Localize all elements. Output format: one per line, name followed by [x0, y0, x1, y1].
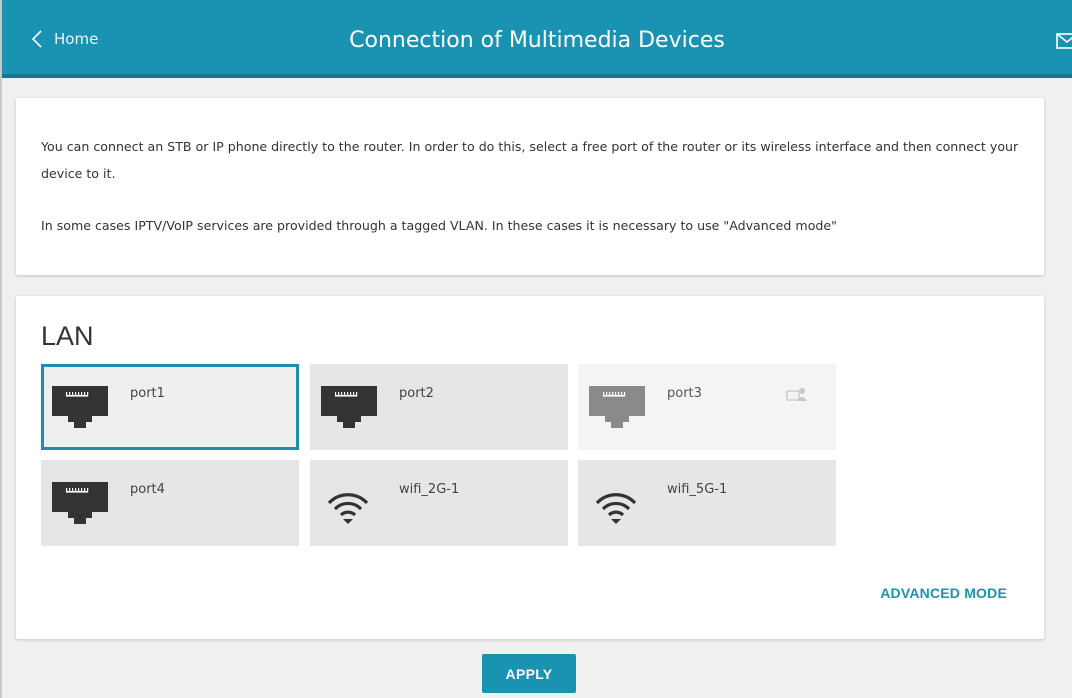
lan-section-title: LAN	[41, 321, 94, 351]
header-bar: Home Connection of Multimedia Devices	[2, 0, 1072, 78]
port-label: wifi_5G-1	[667, 482, 728, 497]
port-label: port1	[130, 386, 165, 401]
lan-card: LAN port1 port2 port3 port4 wifi_2G-1 wifi_5G…	[16, 296, 1044, 639]
port-label: wifi_2G-1	[399, 482, 460, 497]
wifi-icon	[327, 490, 369, 528]
info-paragraph-vlan: In some cases IPTV/VoIP services are pro…	[41, 218, 837, 233]
info-paragraph-connect: You can connect an STB or IP phone direc…	[41, 139, 1019, 181]
info-card: You can connect an STB or IP phone direc…	[16, 98, 1044, 275]
ethernet-port-icon	[589, 386, 645, 432]
page-title: Connection of Multimedia Devices	[349, 28, 725, 53]
window-edge	[0, 0, 2, 698]
wifi-icon	[595, 490, 637, 528]
port-tile-port2[interactable]: port2	[310, 364, 568, 450]
ethernet-port-icon	[52, 386, 108, 432]
port-tile-port3: port3	[578, 364, 836, 450]
port-tile-wifi_5G-1[interactable]: wifi_5G-1	[578, 460, 836, 546]
ethernet-port-icon	[321, 386, 377, 432]
apply-button[interactable]: APPLY	[482, 654, 576, 693]
port-label: port4	[130, 482, 165, 497]
occupied-device-icon	[786, 386, 808, 405]
advanced-mode-link[interactable]: ADVANCED MODE	[880, 585, 1007, 601]
port-tile-wifi_2G-1[interactable]: wifi_2G-1	[310, 460, 568, 546]
envelope-icon[interactable]	[1056, 33, 1072, 49]
port-tile-port1[interactable]: port1	[41, 364, 299, 450]
port-label: port3	[667, 386, 702, 401]
port-tile-port4[interactable]: port4	[41, 460, 299, 546]
port-label: port2	[399, 386, 434, 401]
ethernet-port-icon	[52, 482, 108, 528]
